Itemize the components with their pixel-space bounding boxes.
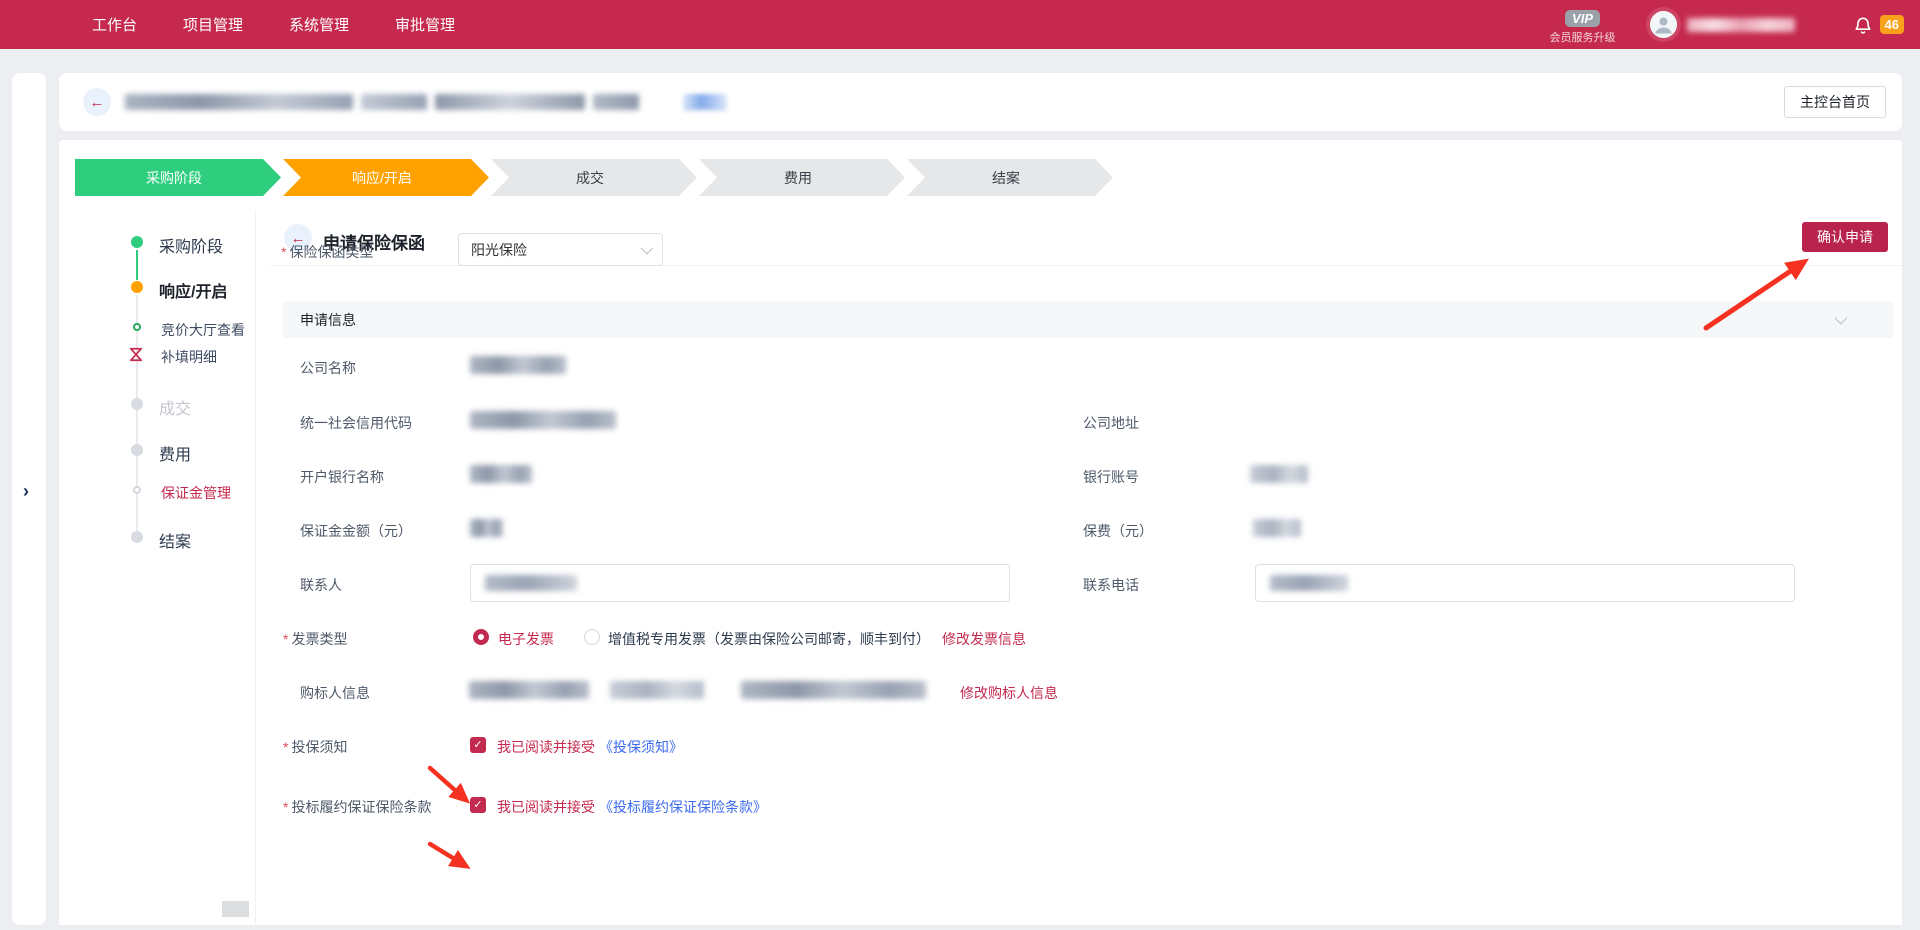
bell-icon xyxy=(1853,14,1873,36)
contact-input[interactable] xyxy=(470,564,1010,602)
notice-document-link[interactable]: 《投保须知》 xyxy=(599,737,683,757)
console-home-button[interactable]: 主控台首页 xyxy=(1784,86,1886,118)
company-address-label: 公司地址 xyxy=(1083,413,1139,433)
sidebar-item-deposit-management[interactable]: 保证金管理 xyxy=(161,483,231,503)
top-navbar: 工作台 项目管理 系统管理 审批管理 VIP 会员服务升级 xyxy=(0,0,1920,49)
navbar-right: VIP 会员服务升级 46 xyxy=(1550,0,1904,49)
insurance-notice-label: 投保须知 xyxy=(283,737,347,757)
deposit-amount-value-redacted xyxy=(470,519,503,537)
timeline-dot-pending xyxy=(131,398,143,410)
buyer-info-value-redacted xyxy=(469,681,589,699)
sidebar-item-bidding-hall[interactable]: 竞价大厅查看 xyxy=(161,320,245,340)
sidebar-item-fill-details[interactable]: 补填明细 xyxy=(161,347,217,367)
radio-electronic-invoice-label[interactable]: 电子发票 xyxy=(498,629,554,649)
redacted-text xyxy=(125,94,353,110)
edit-buyer-info-link[interactable]: 修改购标人信息 xyxy=(960,683,1058,703)
terms-agree-text: 我已阅读并接受 xyxy=(497,797,595,817)
timeline-dot-pending xyxy=(131,531,143,543)
credit-code-value-redacted xyxy=(470,411,616,429)
username-redacted xyxy=(1687,18,1795,32)
timeline-dot-pending xyxy=(131,444,143,456)
premium-label: 保费（元） xyxy=(1083,521,1153,541)
hourglass-icon xyxy=(129,347,143,362)
phone-value-redacted xyxy=(1270,575,1348,591)
expand-panel-chevron-icon[interactable]: › xyxy=(23,481,29,502)
sidebar-item-response-open[interactable]: 响应/开启 xyxy=(159,278,227,302)
radio-vat-invoice[interactable] xyxy=(584,629,600,645)
status-badge-redacted xyxy=(683,94,727,111)
select-value: 阳光保险 xyxy=(471,240,641,260)
sidebar-item-deal[interactable]: 成交 xyxy=(159,395,191,419)
radio-vat-invoice-label[interactable]: 增值税专用发票（发票由保险公司邮寄，顺丰到付） xyxy=(608,629,930,649)
phone-label: 联系电话 xyxy=(1083,575,1139,595)
app-root: 工作台 项目管理 系统管理 审批管理 VIP 会员服务升级 xyxy=(0,0,1920,930)
buyer-info-value-redacted xyxy=(610,681,704,699)
company-name-value-redacted xyxy=(470,356,566,374)
notice-checkbox-checked[interactable]: ✓ xyxy=(470,737,486,753)
collapsed-panel: › xyxy=(12,73,46,925)
section-title: 申请信息 xyxy=(300,310,1835,330)
sidebar-item-procurement-stage[interactable]: 采购阶段 xyxy=(159,233,223,257)
vip-caption: 会员服务升级 xyxy=(1550,29,1616,45)
timeline-connector xyxy=(136,250,138,280)
back-arrow-icon: ← xyxy=(90,94,105,111)
step-label: 采购阶段 xyxy=(146,168,202,188)
main-content-card: 采购阶段 响应/开启 成交 费用 结案 采购阶段 响应/开启 竞价大厅查看 补填… xyxy=(59,140,1902,925)
redacted-text xyxy=(435,94,585,110)
nav-item-project-management[interactable]: 项目管理 xyxy=(183,14,243,35)
timeline-ring-done xyxy=(133,323,141,331)
horizontal-scrollbar-thumb[interactable] xyxy=(222,901,249,917)
company-name-label: 公司名称 xyxy=(300,358,356,378)
nav-item-approval-management[interactable]: 审批管理 xyxy=(395,14,455,35)
bank-account-value-redacted xyxy=(1250,465,1308,483)
apply-insurance-form: ← 申请保险保函 确认申请 保险保函类型 阳光保险 申请信息 公司名称 统一社会… xyxy=(270,140,1902,925)
nav-item-system-management[interactable]: 系统管理 xyxy=(289,14,349,35)
sidebar-item-fees[interactable]: 费用 xyxy=(159,441,191,465)
terms-document-link[interactable]: 《投标履约保证保险条款》 xyxy=(599,797,767,817)
chevron-down-icon xyxy=(1835,312,1848,325)
credit-code-label: 统一社会信用代码 xyxy=(300,413,412,433)
performance-terms-label: 投标履约保证保险条款 xyxy=(283,797,431,817)
timeline-connector xyxy=(136,295,138,535)
sidebar-item-close-case[interactable]: 结案 xyxy=(159,528,191,552)
guarantee-type-select[interactable]: 阳光保险 xyxy=(458,233,663,266)
main-menu: 工作台 项目管理 系统管理 审批管理 xyxy=(92,0,455,49)
phone-input[interactable] xyxy=(1255,564,1795,602)
redacted-text xyxy=(361,94,427,110)
notice-agree-text: 我已阅读并接受 xyxy=(497,737,595,757)
section-apply-info[interactable]: 申请信息 xyxy=(283,301,1893,338)
bank-account-label: 银行账号 xyxy=(1083,467,1139,487)
nav-item-workbench[interactable]: 工作台 xyxy=(92,14,137,35)
contact-label: 联系人 xyxy=(300,575,342,595)
user-avatar[interactable] xyxy=(1650,11,1677,38)
header-back-button[interactable]: ← xyxy=(83,88,111,116)
buyer-info-label: 购标人信息 xyxy=(300,683,370,703)
confirm-apply-button[interactable]: 确认申请 xyxy=(1802,222,1888,252)
timeline-ring-pending xyxy=(133,486,141,494)
edit-invoice-info-link[interactable]: 修改发票信息 xyxy=(942,629,1026,649)
chevron-down-icon xyxy=(641,242,654,255)
vip-upgrade[interactable]: VIP 会员服务升级 xyxy=(1550,10,1616,45)
buyer-info-value-redacted xyxy=(741,681,926,699)
invoice-type-label: 发票类型 xyxy=(283,629,347,649)
sidebar-divider xyxy=(255,210,256,925)
notifications[interactable]: 46 xyxy=(1853,14,1904,36)
terms-checkbox-checked[interactable]: ✓ xyxy=(470,797,486,813)
person-icon xyxy=(1650,11,1677,38)
project-title-redacted xyxy=(125,94,639,110)
guarantee-type-label: 保险保函类型 xyxy=(281,242,373,262)
page-header-card: ← 主控台首页 xyxy=(59,73,1902,131)
timeline-dot-active xyxy=(131,281,143,293)
deposit-amount-label: 保证金金额（元） xyxy=(300,521,412,541)
notification-count-badge: 46 xyxy=(1880,15,1904,34)
bank-name-label: 开户银行名称 xyxy=(300,467,384,487)
step-procurement-stage[interactable]: 采购阶段 xyxy=(75,159,281,196)
vip-icon: VIP xyxy=(1565,10,1600,27)
radio-electronic-invoice[interactable] xyxy=(473,629,489,645)
timeline-dot-done xyxy=(131,236,143,248)
premium-value-redacted xyxy=(1253,519,1301,537)
contact-value-redacted xyxy=(485,575,577,591)
bank-name-value-redacted xyxy=(470,465,532,483)
redacted-text xyxy=(593,94,639,110)
